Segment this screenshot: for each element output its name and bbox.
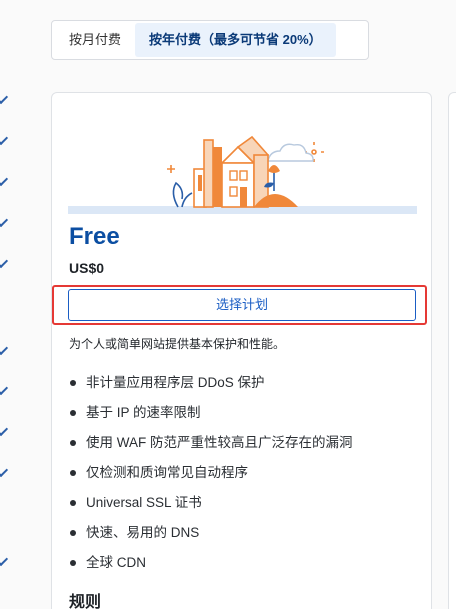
feature-list: 非计量应用程序层 DDoS 保护 基于 IP 的速率限制 使用 WAF 防范严重… bbox=[69, 373, 353, 583]
bullet-icon bbox=[70, 560, 76, 566]
feature-item: 非计量应用程序层 DDoS 保护 bbox=[69, 373, 353, 403]
bullet-icon bbox=[70, 530, 76, 536]
rules-section-title: 规则 bbox=[69, 594, 102, 609]
chevron-icon[interactable] bbox=[0, 212, 9, 228]
chevron-icon[interactable] bbox=[0, 421, 9, 437]
feature-item: 基于 IP 的速率限制 bbox=[69, 403, 353, 433]
feature-item: 快速、易用的 DNS bbox=[69, 523, 353, 553]
bullet-icon bbox=[70, 440, 76, 446]
chevron-icon[interactable] bbox=[0, 551, 9, 567]
monthly-billing-option[interactable]: 按月付费 bbox=[55, 23, 135, 57]
next-plan-card[interactable] bbox=[448, 92, 456, 609]
feature-item: Universal SSL 证书 bbox=[69, 493, 353, 523]
chevron-icon[interactable] bbox=[0, 340, 9, 356]
chevron-icon[interactable] bbox=[0, 462, 9, 478]
house-illustration bbox=[68, 135, 417, 214]
left-nav-chevrons bbox=[0, 0, 10, 609]
chevron-icon[interactable] bbox=[0, 171, 9, 187]
bullet-icon bbox=[70, 500, 76, 506]
chevron-icon[interactable] bbox=[0, 380, 9, 396]
bullet-icon bbox=[70, 410, 76, 416]
plan-name: Free bbox=[69, 223, 120, 250]
plan-description: 为个人或简单网站提供基本保护和性能。 bbox=[69, 337, 286, 351]
plan-price: US$0 bbox=[69, 260, 105, 276]
billing-toggle: 按月付费 按年付费（最多可节省 20%） bbox=[51, 20, 369, 60]
free-plan-card: Free US$0 选择计划 为个人或简单网站提供基本保护和性能。 非计量应用程… bbox=[51, 92, 432, 609]
bullet-icon bbox=[70, 380, 76, 386]
chevron-icon[interactable] bbox=[0, 253, 9, 269]
feature-item: 全球 CDN bbox=[69, 553, 353, 583]
yearly-billing-option[interactable]: 按年付费（最多可节省 20%） bbox=[135, 23, 336, 57]
chevron-icon[interactable] bbox=[0, 130, 9, 146]
feature-item: 仅检测和质询常见自动程序 bbox=[69, 463, 353, 493]
select-plan-button[interactable]: 选择计划 bbox=[68, 289, 416, 321]
bullet-icon bbox=[70, 470, 76, 476]
feature-item: 使用 WAF 防范严重性较高且广泛存在的漏洞 bbox=[69, 433, 353, 463]
chevron-icon[interactable] bbox=[0, 89, 9, 105]
